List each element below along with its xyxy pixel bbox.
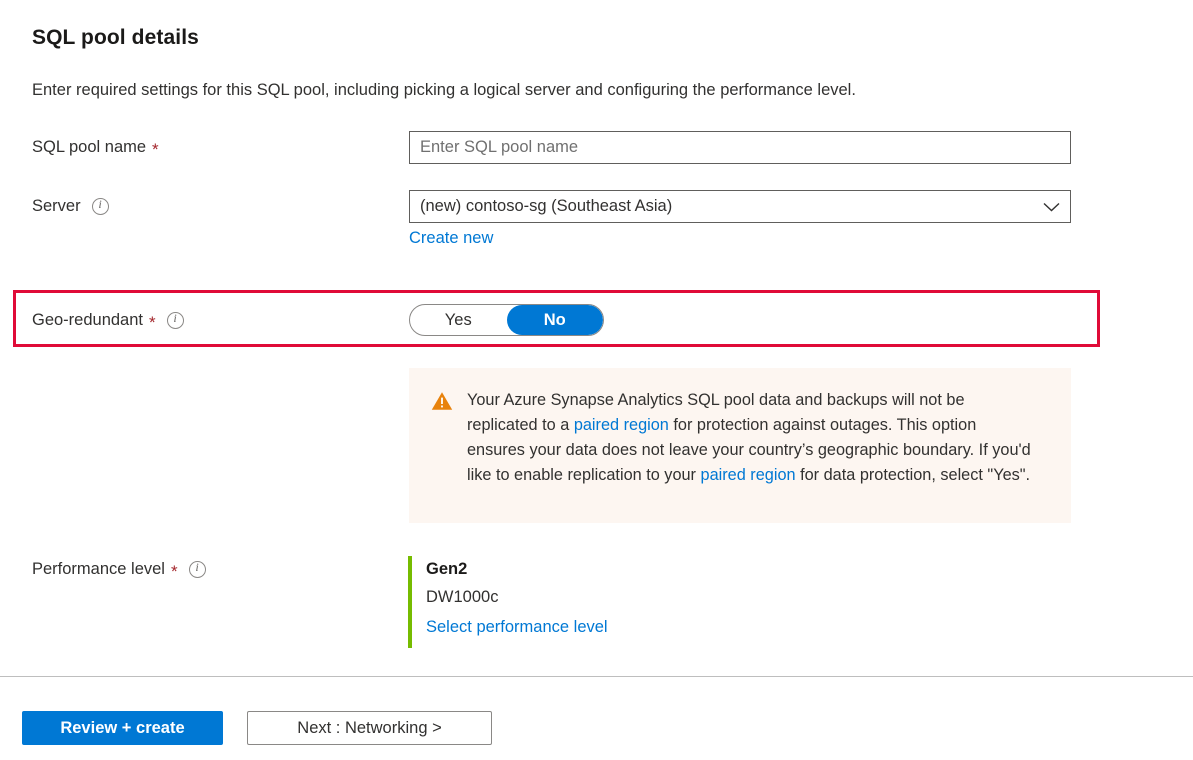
performance-tier: Gen2 [426, 556, 608, 582]
performance-level-label: Performance level * i [32, 560, 206, 579]
geo-redundant-label: Geo-redundant * i [32, 311, 184, 330]
info-icon[interactable]: i [92, 198, 109, 215]
performance-level-label-text: Performance level [32, 560, 165, 579]
server-dropdown[interactable]: (new) contoso-sg (Southeast Asia) [409, 190, 1071, 223]
toggle-option-yes[interactable]: Yes [410, 305, 507, 335]
sql-pool-name-label-text: SQL pool name [32, 138, 146, 157]
required-asterisk: * [149, 314, 156, 331]
geo-redundant-label-text: Geo-redundant [32, 311, 143, 330]
select-performance-level-link[interactable]: Select performance level [426, 612, 608, 642]
next-networking-button[interactable]: Next : Networking > [247, 711, 492, 745]
paired-region-link-2[interactable]: paired region [701, 466, 796, 484]
server-label: Server i [32, 197, 109, 216]
server-selected-value: (new) contoso-sg (Southeast Asia) [420, 197, 1043, 216]
create-new-server-link[interactable]: Create new [409, 229, 493, 248]
footer-divider [0, 676, 1193, 677]
sql-pool-name-label: SQL pool name * [32, 138, 159, 157]
page-description: Enter required settings for this SQL poo… [32, 81, 856, 100]
review-create-button[interactable]: Review + create [22, 711, 223, 745]
geo-redundant-warning: Your Azure Synapse Analytics SQL pool da… [409, 368, 1071, 523]
sql-pool-name-input[interactable] [409, 131, 1071, 164]
server-label-text: Server [32, 197, 81, 216]
sql-pool-details-page: SQL pool details Enter required settings… [0, 0, 1193, 760]
performance-level-card: Gen2 DW1000c Select performance level [408, 556, 608, 648]
chevron-down-icon [1043, 202, 1060, 212]
paired-region-link-1[interactable]: paired region [574, 416, 669, 434]
warning-triangle-icon [431, 391, 453, 411]
page-title: SQL pool details [32, 26, 199, 50]
toggle-option-no[interactable]: No [507, 305, 604, 335]
performance-sku: DW1000c [426, 582, 608, 612]
geo-redundant-toggle[interactable]: Yes No [409, 304, 604, 336]
required-asterisk: * [171, 563, 178, 580]
warning-text-part-3: for data protection, select "Yes". [796, 466, 1031, 484]
warning-text: Your Azure Synapse Analytics SQL pool da… [467, 388, 1037, 523]
required-asterisk: * [152, 141, 159, 158]
info-icon[interactable]: i [167, 312, 184, 329]
info-icon[interactable]: i [189, 561, 206, 578]
